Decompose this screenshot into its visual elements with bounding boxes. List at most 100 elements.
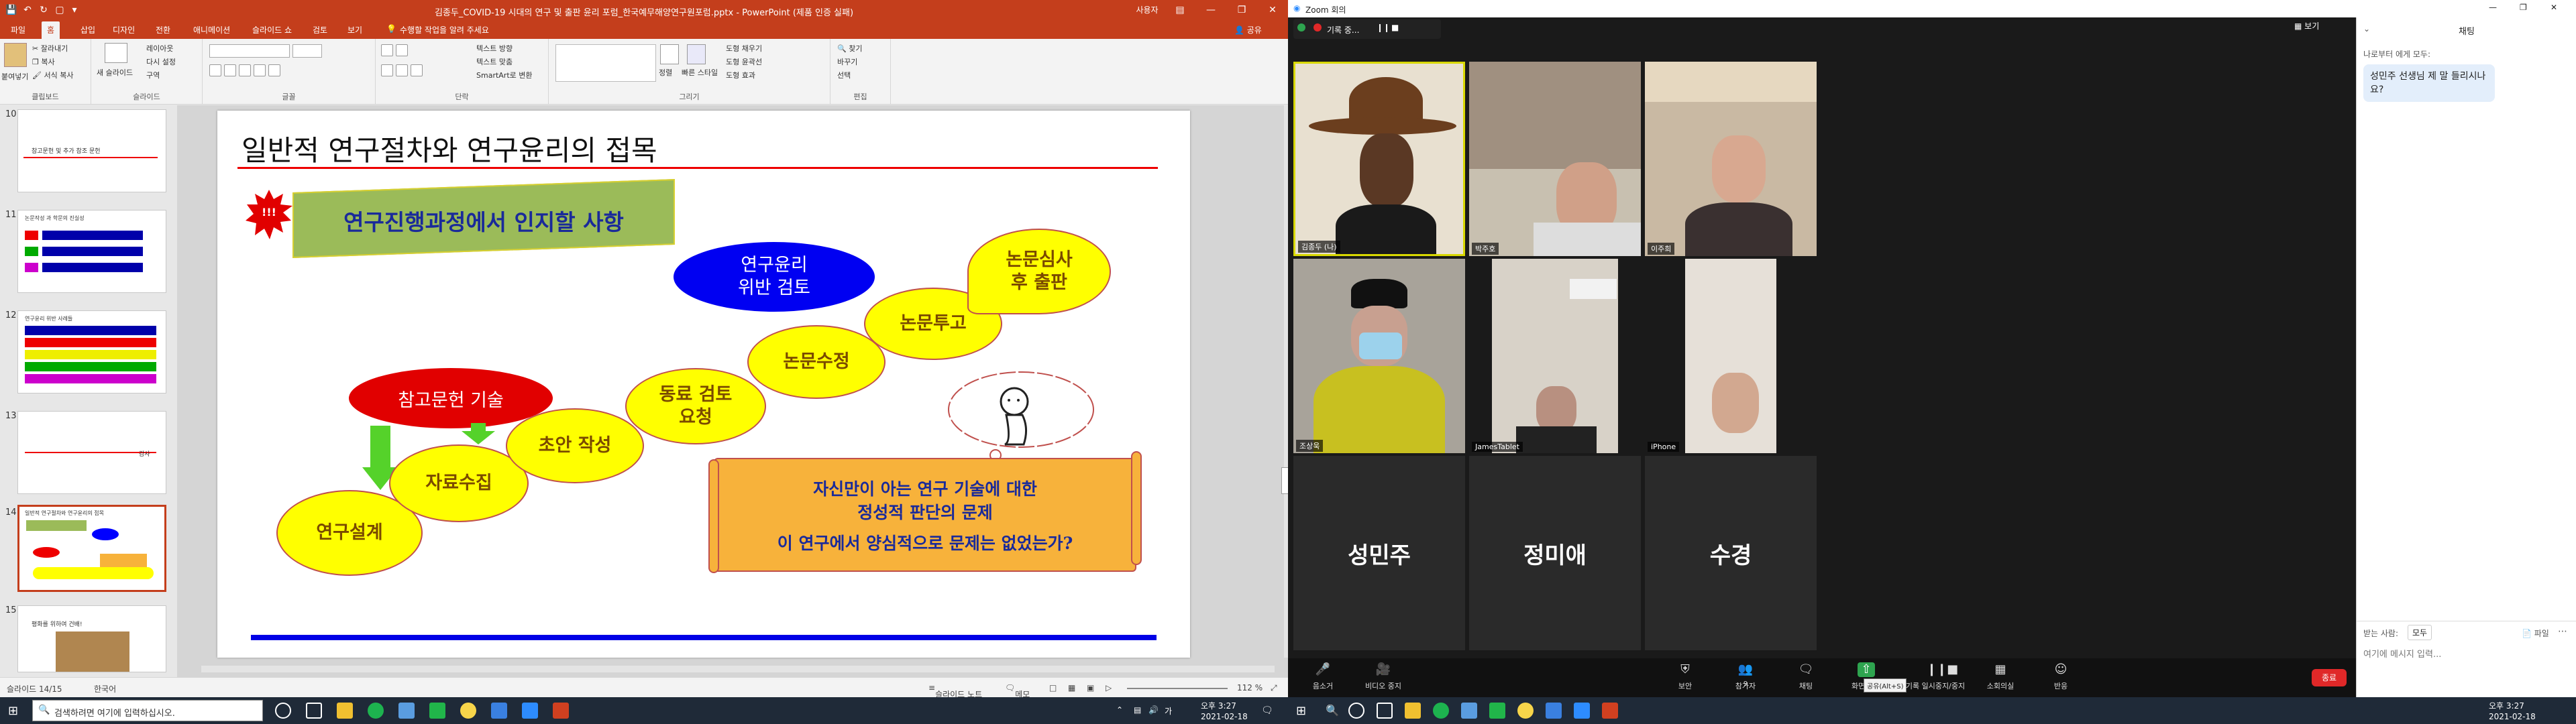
italic-icon[interactable] [224,64,236,76]
notes-button[interactable]: ≡ 슬라이드 노트 [928,683,982,697]
cortana-icon[interactable] [1348,703,1364,719]
slide-thumbnail-11[interactable]: 논문작성 과 학문의 진실성 [17,210,166,293]
file-button[interactable]: 📄 파일 [2522,627,2549,639]
line-icon[interactable] [429,703,445,719]
task-view-icon[interactable] [306,703,322,719]
chrome-icon[interactable] [460,703,476,719]
select-button[interactable]: 선택 [837,70,851,80]
align-text-button[interactable]: 텍스트 맞춤 [476,56,513,67]
slide-thumbnail-10[interactable]: 참고문헌 및 추가 참조 문헌 [17,109,166,192]
file-explorer-icon[interactable] [1405,703,1421,719]
video-tile-4[interactable]: 조상욱 [1293,259,1465,453]
align-center-icon[interactable] [396,64,408,76]
scrollbar-thumb[interactable] [1281,467,1288,494]
app-icon[interactable] [1546,703,1562,719]
participants-button[interactable]: 👥9 참가자 [1717,662,1774,691]
clock-time[interactable]: 오후 3:27 [2489,700,2524,711]
slide-canvas[interactable]: 일반적 연구절차와 연구윤리의 접목 !!! 연구진행과정에서 인지할 사항 연… [217,111,1190,658]
video-tile-9[interactable]: 수경 [1645,456,1817,650]
windows-start-icon[interactable]: ⊞ [8,704,18,718]
tray-chevron-icon[interactable]: ⌃ [1116,705,1123,715]
redo-icon[interactable]: ↻ [36,3,51,17]
strikethrough-icon[interactable] [254,64,266,76]
reading-view-icon[interactable]: ▣ [1087,683,1094,692]
tab-animations[interactable]: 애니메이션 [193,24,230,36]
clock-time[interactable]: 오후 3:27 [1201,700,1236,711]
chevron-down-icon[interactable]: ⌄ [2363,24,2370,34]
slide-thumbnail-14[interactable]: 일반적 연구절차와 연구윤리의 접목 [17,505,166,592]
stop-video-button[interactable]: 🎥 비디오 중지 [1355,662,1411,691]
shape-outline-button[interactable]: 도형 윤곽선 [726,56,762,67]
minimize-icon[interactable]: — [1195,0,1226,20]
quick-styles-icon[interactable] [687,44,706,64]
tab-transitions[interactable]: 전환 [156,24,170,36]
normal-view-icon[interactable]: □ [1049,683,1057,692]
slide-thumbnail-15[interactable]: 평화를 위하여 건배! [17,605,166,672]
smartart-button[interactable]: SmartArt로 변환 [476,70,533,80]
tab-file[interactable]: 파일 [11,24,25,36]
fit-slide-icon[interactable]: ⤢ [1271,683,1277,693]
search-icon[interactable]: 🔍 [1326,704,1339,717]
layout-button[interactable]: 레이아웃 [146,43,173,54]
clock-date[interactable]: 2021-02-18 [1201,712,1248,721]
arrange-button[interactable]: 정렬 [659,67,672,78]
tab-insert[interactable]: 삽입 [80,24,95,36]
end-meeting-button[interactable]: 종료 [2312,669,2347,686]
video-tile-5[interactable]: JamesTablet [1469,259,1641,453]
windows-start-icon[interactable]: ⊞ [1296,704,1306,718]
customize-qat-icon[interactable]: ▾ [67,3,82,17]
video-tile-8[interactable]: 정미애 [1469,456,1641,650]
volume-icon[interactable]: 🔊 [1148,705,1159,715]
comments-button[interactable]: 🗨 메모 [1005,683,1030,697]
font-size-select[interactable] [292,44,322,58]
copy-button[interactable]: ❐ 복사 [32,56,55,67]
clock-date[interactable]: 2021-02-18 [2489,712,2536,721]
share-button[interactable]: 👤 공유 [1234,24,1262,36]
ime-indicator[interactable]: 가 [1165,705,1172,717]
zoom-slider[interactable] [1127,688,1228,689]
font-color-icon[interactable] [268,64,280,76]
store-icon[interactable] [1461,703,1477,719]
zoom-app-icon[interactable] [522,703,538,719]
cortana-icon[interactable] [275,703,291,719]
video-tile-2[interactable]: 박주호 [1469,62,1641,256]
shape-effects-button[interactable]: 도형 효과 [726,70,755,80]
store-icon[interactable] [398,703,415,719]
notification-icon[interactable]: 🗨 [1261,705,1273,716]
close-icon[interactable]: ✕ [1257,0,1288,20]
powerpoint-app-icon[interactable] [1602,703,1618,719]
new-slide-icon[interactable] [105,43,127,63]
underline-icon[interactable] [239,64,251,76]
new-slide-button[interactable]: 새 슬라이드 [97,67,133,78]
language-indicator[interactable]: 한국어 [94,683,116,695]
close-icon[interactable]: ✕ [2551,3,2557,12]
slide-sorter-icon[interactable]: ▦ [1068,683,1075,692]
zoom-level[interactable]: 112 % [1237,683,1263,692]
view-button[interactable]: ▦ 보기 [2294,20,2319,32]
find-button[interactable]: 🔍 찾기 [837,43,862,54]
save-icon[interactable]: 💾 [4,3,19,17]
tab-home[interactable]: 홈 [42,21,60,40]
minimize-icon[interactable]: — [2489,3,2497,12]
tab-design[interactable]: 디자인 [113,24,135,36]
zoom-app-icon[interactable] [1574,703,1590,719]
paste-button[interactable]: 붙여넣기 [1,71,28,82]
slideshow-start-icon[interactable]: ▢ [52,3,67,17]
align-right-icon[interactable] [411,64,423,76]
shape-fill-button[interactable]: 도형 채우기 [726,43,762,54]
bullets-icon[interactable] [381,44,393,56]
chat-recipient-select[interactable]: 모두 [2408,625,2432,640]
format-painter-button[interactable]: 🖌 서식 복사 [32,70,73,80]
line-icon[interactable] [1489,703,1505,719]
security-button[interactable]: ⛨ 보안 [1657,662,1713,691]
undo-icon[interactable]: ↶ [20,3,35,17]
shapes-gallery[interactable] [555,44,656,82]
quick-styles-button[interactable]: 빠른 스타일 [682,67,718,78]
chat-button[interactable]: 🗨 채팅 [1778,662,1834,691]
mute-button[interactable]: 🎤 음소거 [1295,662,1351,691]
bold-icon[interactable] [209,64,221,76]
video-tile-7[interactable]: 성민주 [1293,456,1465,650]
restore-icon[interactable]: ❐ [1226,0,1257,20]
reactions-button[interactable]: ☺ 반응 [2033,662,2089,691]
stop-recording-icon[interactable]: ■ [1391,23,1399,32]
